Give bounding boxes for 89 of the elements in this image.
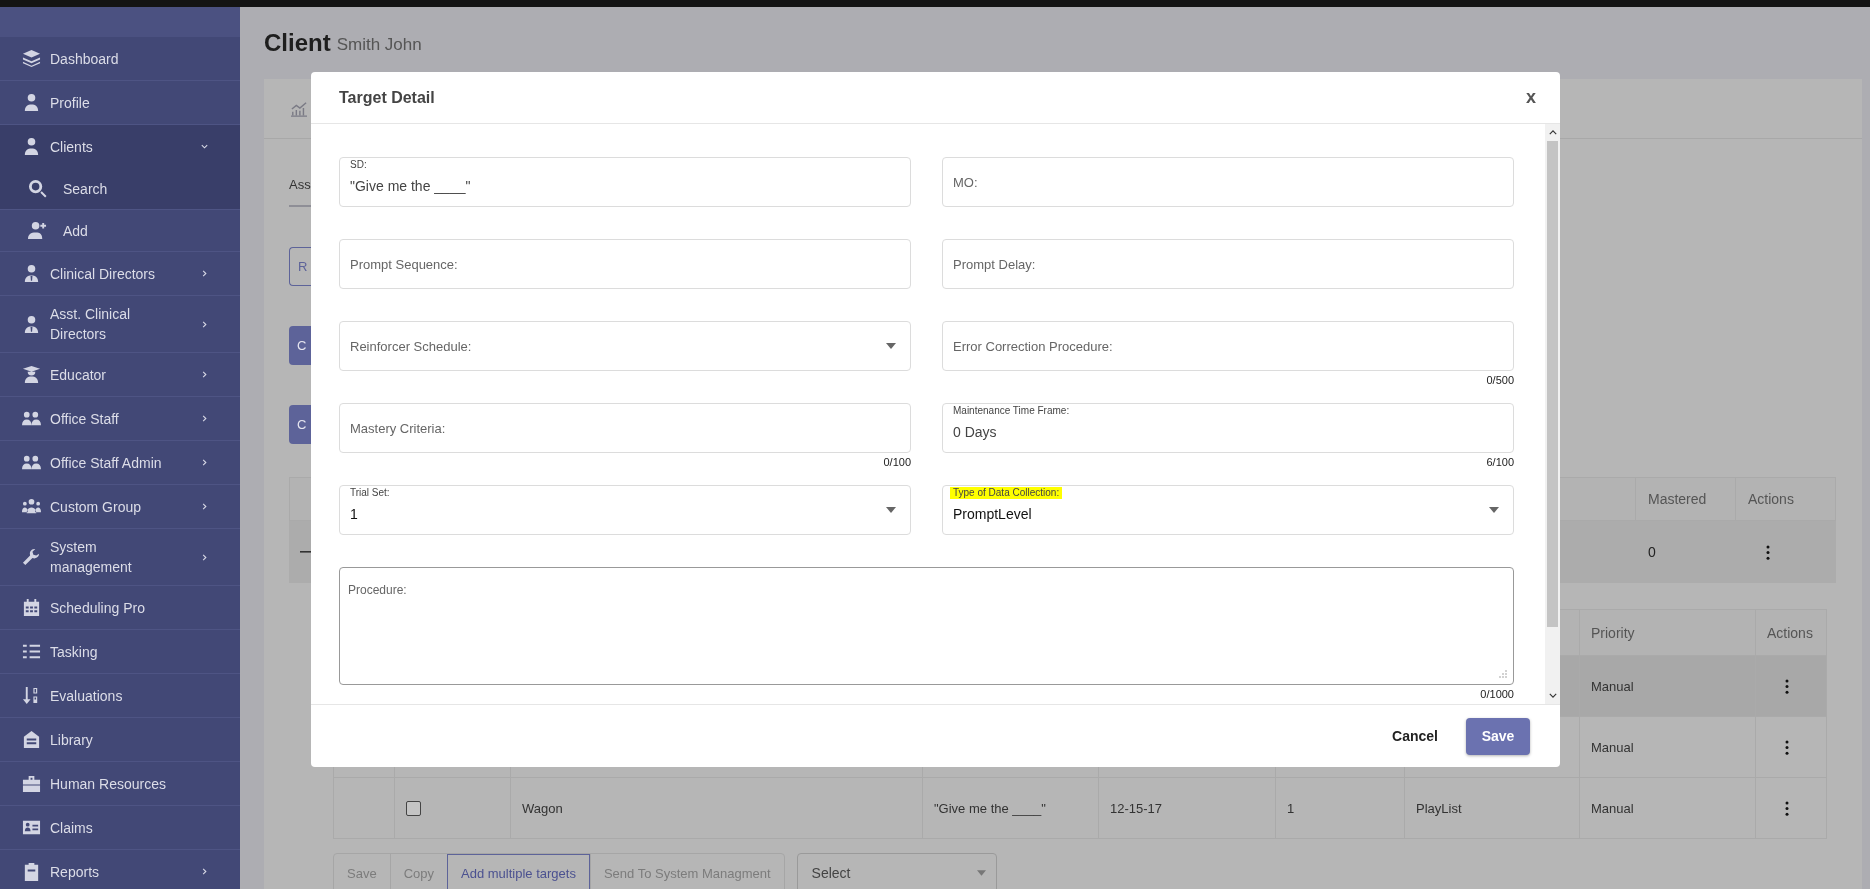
client-name: Smith John — [336, 35, 422, 55]
dialog-button[interactable]: Cancel — [1386, 727, 1444, 745]
sidebar-item[interactable]: Tasking — [0, 630, 240, 674]
id-card-icon — [22, 818, 41, 837]
table-cell: 12-15-17 — [1110, 800, 1163, 816]
input-field[interactable]: MO: — [942, 157, 1514, 207]
sidebar-item[interactable]: Reports — [0, 850, 240, 889]
more-icon[interactable] — [1785, 739, 1789, 755]
sidebar-item[interactable]: System management — [0, 529, 240, 586]
field-label: Type of Data Collection: — [950, 487, 1063, 499]
procedure-field[interactable]: Procedure: — [339, 567, 1514, 685]
sidebar-item[interactable]: Office Staff Admin — [0, 441, 240, 485]
caret-down-icon[interactable] — [1548, 693, 1557, 698]
table-cell: PlayList — [1416, 800, 1462, 816]
scrollbar[interactable] — [1545, 124, 1560, 704]
sidebar-item[interactable]: Human Resources — [0, 762, 240, 806]
table-cell: "Give me the ____" — [934, 800, 1046, 816]
person-tie-icon — [22, 314, 41, 334]
table-cell: Manual — [1591, 800, 1634, 816]
table-cell: Wagon — [522, 800, 563, 816]
sidebar-item[interactable]: Library — [0, 718, 240, 762]
sidebar-item[interactable]: Evaluations — [0, 674, 240, 718]
input-field[interactable]: Mastery Criteria: — [339, 403, 911, 453]
table-cell: 1 — [1287, 800, 1295, 816]
briefcase-icon — [22, 774, 41, 793]
sidebar-item[interactable]: Scheduling Pro — [0, 586, 240, 630]
sidebar-item[interactable]: Custom Group — [0, 485, 240, 529]
dialog-title: Target Detail — [339, 88, 435, 107]
column-header: Actions — [1735, 478, 1835, 520]
people-icon — [22, 409, 41, 428]
caret-down-icon — [886, 507, 896, 513]
dialog-button[interactable]: Save — [1466, 717, 1530, 755]
inbox-icon — [22, 730, 41, 749]
sidebar-item[interactable]: Asst. Clinical Directors — [0, 296, 240, 353]
caret-down-icon — [886, 343, 896, 349]
input-field[interactable]: Trial Set: 1 — [339, 485, 911, 535]
character-counter: 6/100 — [1486, 456, 1514, 468]
sidebar-item[interactable]: Claims — [0, 806, 240, 850]
input-field[interactable]: Prompt Delay: — [942, 239, 1514, 289]
checklist-icon — [22, 642, 41, 661]
clipboard-icon — [22, 862, 41, 881]
caret-up-icon[interactable] — [1548, 130, 1557, 135]
table-cell: Manual — [1591, 678, 1634, 694]
input-field[interactable]: Prompt Sequence: — [339, 239, 911, 289]
person-icon — [22, 137, 41, 156]
more-icon[interactable] — [1766, 544, 1770, 560]
character-counter: 0/1000 — [1480, 688, 1514, 700]
graduate-icon — [22, 365, 41, 384]
select-field[interactable]: Select — [796, 853, 997, 889]
sidebar-item[interactable]: Clients — [0, 125, 240, 168]
caret-down-icon — [976, 870, 986, 876]
resize-grip-icon[interactable] — [1499, 670, 1507, 678]
character-counter: 0/100 — [883, 456, 911, 468]
page-button[interactable]: C — [289, 405, 311, 444]
group-icon — [22, 497, 41, 516]
layers-icon — [22, 49, 41, 68]
page-title: Client — [264, 29, 331, 57]
input-field[interactable]: SD: "Give me the ____" — [339, 157, 911, 207]
sidebar-item[interactable]: Office Staff — [0, 397, 240, 441]
column-header: Mastered — [1635, 478, 1735, 520]
sidebar-subitem[interactable]: Add — [0, 210, 240, 252]
caret-down-icon — [1489, 507, 1499, 513]
table-cell: Manual — [1591, 739, 1634, 755]
toolbar-button[interactable]: Add multiple targets — [447, 854, 590, 889]
close-button[interactable]: x — [1522, 87, 1540, 108]
people-icon — [22, 453, 41, 472]
minus-icon[interactable] — [300, 550, 314, 554]
input-field[interactable]: Type of Data Collection: PromptLevel — [942, 485, 1514, 535]
more-icon[interactable] — [1785, 678, 1789, 694]
sidebar-item[interactable]: Educator — [0, 353, 240, 397]
input-field[interactable]: Maintenance Time Frame: 0 Days — [942, 403, 1514, 453]
wrench-icon — [22, 547, 41, 567]
scrollbar-thumb[interactable] — [1547, 141, 1558, 627]
character-counter: 0/500 — [1486, 374, 1514, 386]
input-field[interactable]: Error Correction Procedure: — [942, 321, 1514, 371]
sidebar-subitem[interactable]: Search — [0, 168, 240, 210]
sidebar-item[interactable]: Clinical Directors — [0, 252, 240, 296]
page-button[interactable]: C — [289, 326, 311, 365]
person-plus-icon — [28, 221, 47, 240]
person-icon — [22, 93, 41, 112]
person-tie-icon — [22, 264, 41, 283]
table-cell: 0 — [1648, 544, 1656, 560]
search-icon — [28, 179, 47, 198]
calendar-icon — [22, 598, 41, 617]
more-icon[interactable] — [1785, 800, 1789, 816]
checkbox[interactable] — [406, 800, 421, 816]
sidebar-item[interactable]: Dashboard — [0, 37, 240, 81]
bar-chart-icon — [290, 100, 308, 117]
input-field[interactable]: Reinforcer Schedule: — [339, 321, 911, 371]
